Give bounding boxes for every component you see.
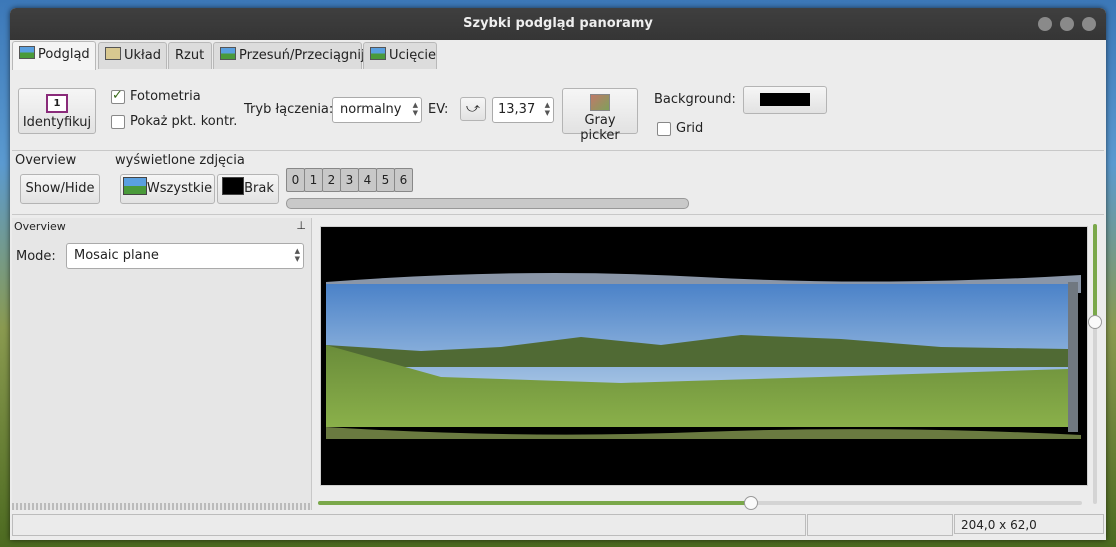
image-toggle-5[interactable]: 5	[376, 168, 395, 192]
grid-label: Grid	[676, 121, 704, 136]
status-fov: 204,0 x 62,0	[954, 514, 1104, 534]
tab-uklad[interactable]: Układ	[98, 42, 167, 69]
overview-panel-title: Overview	[14, 220, 66, 233]
background-label: Background:	[654, 92, 736, 107]
divider	[12, 150, 1104, 151]
ev-spinbox[interactable]: 13,37 ▲ ▼	[492, 97, 554, 123]
image-toggle-4[interactable]: 4	[358, 168, 377, 192]
curved-arrow-icon: ⤻	[466, 101, 480, 116]
overview-group-title: Overview	[15, 153, 77, 168]
layout-icon	[105, 47, 121, 60]
close-button[interactable]	[1082, 17, 1096, 31]
divider	[12, 214, 1104, 215]
blend-mode-select[interactable]: normalny ▲ ▼	[332, 97, 422, 123]
crop-icon	[370, 47, 386, 60]
tab-przesun[interactable]: Przesuń/Przeciągnij	[213, 42, 365, 69]
show-hide-button[interactable]: Show/Hide	[20, 174, 100, 204]
panorama-image	[326, 273, 1081, 439]
mode-select[interactable]: Mosaic plane ▲ ▼	[66, 243, 304, 269]
window-title: Szybki podgląd panoramy	[463, 16, 653, 31]
mode-label: Mode:	[16, 249, 56, 264]
maximize-button[interactable]	[1060, 17, 1074, 31]
identify-icon: 1	[46, 94, 68, 113]
slider-handle[interactable]	[744, 496, 758, 510]
tab-uciecie[interactable]: Ucięcie	[363, 42, 437, 69]
show-cp-label: Pokaż pkt. kontr.	[130, 114, 238, 129]
ev-reset-button[interactable]: ⤻	[460, 97, 486, 121]
identify-button[interactable]: 1 Identyfikuj	[18, 88, 96, 134]
move-icon	[220, 47, 236, 60]
image-toggle-0[interactable]: 0	[286, 168, 305, 192]
minimize-button[interactable]	[1038, 17, 1052, 31]
overview-panel: Overview ⊥ Mode: Mosaic plane ▲ ▼	[12, 218, 312, 510]
photometric-label: Fotometria	[130, 89, 201, 104]
panel-resize-handle[interactable]	[12, 503, 311, 510]
gray-picker-button[interactable]: Gray picker	[562, 88, 638, 143]
blend-mode-label: Tryb łączenia:	[244, 102, 334, 117]
horizontal-slider[interactable]	[318, 496, 1082, 510]
no-images-icon	[222, 177, 245, 195]
images-group-title: wyświetlone zdjęcia	[115, 153, 245, 168]
all-images-icon	[122, 177, 147, 195]
show-none-button[interactable]: Brak	[217, 174, 279, 204]
show-cp-checkbox[interactable]	[111, 115, 125, 129]
image-toggle-2[interactable]: 2	[322, 168, 341, 192]
photometric-checkbox[interactable]	[111, 88, 125, 104]
picker-icon	[590, 94, 610, 111]
images-scrollbar[interactable]	[286, 198, 689, 209]
title-bar[interactable]: Szybki podgląd panoramy	[10, 8, 1106, 40]
ev-label: EV:	[428, 102, 449, 117]
zoom-vertical-slider[interactable]	[1088, 224, 1102, 504]
updown-arrows-icon: ▲ ▼	[294, 247, 300, 263]
slider-handle[interactable]	[1088, 315, 1102, 329]
updown-arrows-icon: ▲ ▼	[544, 101, 550, 117]
pin-icon[interactable]: ⊥	[296, 219, 306, 232]
image-toggle-1[interactable]: 1	[304, 168, 323, 192]
show-all-button[interactable]: Wszystkie	[120, 174, 215, 204]
background-color-button[interactable]	[743, 86, 827, 114]
panorama-preview[interactable]	[320, 226, 1088, 486]
image-toggle-3[interactable]: 3	[340, 168, 359, 192]
preview-icon	[19, 46, 35, 59]
grid-checkbox[interactable]	[657, 122, 671, 136]
image-toggle-6[interactable]: 6	[394, 168, 413, 192]
tab-rzut[interactable]: Rzut	[168, 42, 212, 69]
status-message	[12, 514, 806, 536]
main-window: Szybki podgląd panoramy Podgląd Układ Rz…	[10, 8, 1106, 540]
updown-arrows-icon: ▲ ▼	[412, 101, 418, 117]
color-swatch	[760, 93, 810, 106]
status-cell	[807, 514, 953, 536]
tab-podglad[interactable]: Podgląd	[12, 41, 96, 70]
